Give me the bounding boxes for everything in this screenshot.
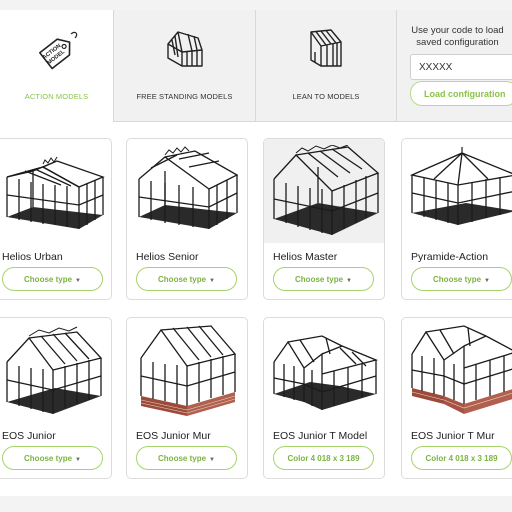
page-footer-strip — [0, 496, 512, 512]
product-card-helios-urban[interactable]: Helios Urban Choose type ▼ — [0, 138, 112, 300]
product-card-pyramide-action[interactable]: Pyramide-Action Choose type ▼ — [401, 138, 512, 300]
color-size-button[interactable]: Color 4 018 x 3 189 — [273, 446, 374, 470]
choose-type-button[interactable]: Choose type ▼ — [411, 267, 512, 291]
configuration-code-input[interactable] — [410, 54, 512, 80]
choose-type-button[interactable]: Choose type ▼ — [2, 446, 103, 470]
product-title: Helios Urban — [2, 251, 63, 263]
choose-type-button[interactable]: Choose type ▼ — [136, 267, 237, 291]
caret-down-icon: ▼ — [209, 456, 215, 463]
load-configuration-button[interactable]: Load configuration — [410, 81, 512, 106]
free-standing-greenhouse-icon — [164, 28, 206, 75]
product-title: Helios Senior — [136, 251, 199, 263]
tab-lean-to-models[interactable]: LEAN TO MODELS — [256, 10, 397, 122]
tab-action-models[interactable]: ACTION MODEL ACTION MODELS — [0, 10, 114, 122]
product-card-helios-master[interactable]: Helios Master Choose type ▼ — [263, 138, 385, 300]
caret-down-icon: ▼ — [484, 277, 490, 284]
action-model-tag-icon: ACTION MODEL — [35, 28, 79, 81]
configurator-page: ACTION MODEL ACTION MODELS FREE STANDING… — [0, 0, 512, 512]
greenhouse-image — [6, 156, 105, 229]
choose-type-button[interactable]: Choose type ▼ — [2, 267, 103, 291]
tab-lean-to-models-label: LEAN TO MODELS — [292, 92, 360, 101]
greenhouse-image — [273, 145, 380, 235]
product-grid: Helios Urban Choose type ▼ Helios Senior … — [0, 122, 512, 496]
product-title: Pyramide-Action — [411, 251, 489, 263]
product-card-eos-junior-mur[interactable]: EOS Junior Mur Choose type ▼ — [126, 317, 248, 479]
greenhouse-image — [138, 146, 239, 229]
product-title: EOS Junior — [2, 430, 56, 442]
product-title: EOS Junior Mur — [136, 430, 211, 442]
caret-down-icon: ▼ — [346, 277, 352, 284]
load-prompt-text: Use your code to load saved configuratio… — [411, 25, 504, 48]
product-card-eos-junior-t-model[interactable]: EOS Junior T Model Color 4 018 x 3 189 — [263, 317, 385, 479]
product-title: EOS Junior T Model — [273, 430, 368, 442]
caret-down-icon: ▼ — [75, 456, 81, 463]
product-title: Helios Master — [273, 251, 338, 263]
product-card-eos-junior-t-mur[interactable]: EOS Junior T Mur Color 4 018 x 3 189 — [401, 317, 512, 479]
greenhouse-image — [411, 325, 512, 414]
choose-type-button[interactable]: Choose type ▼ — [136, 446, 237, 470]
caret-down-icon: ▼ — [209, 277, 215, 284]
tab-action-models-label: ACTION MODELS — [24, 92, 89, 101]
product-title: EOS Junior T Mur — [411, 430, 495, 442]
greenhouse-image — [273, 335, 379, 410]
product-card-helios-senior[interactable]: Helios Senior Choose type ▼ — [126, 138, 248, 300]
greenhouse-image — [6, 326, 103, 414]
lean-to-greenhouse-icon — [305, 28, 347, 75]
greenhouse-image — [409, 147, 512, 225]
tab-free-standing-models-label: FREE STANDING MODELS — [136, 92, 233, 101]
color-size-button[interactable]: Color 4 018 x 3 189 — [411, 446, 512, 470]
greenhouse-image — [140, 325, 237, 416]
tab-free-standing-models[interactable]: FREE STANDING MODELS — [114, 10, 256, 122]
choose-type-button[interactable]: Choose type ▼ — [273, 267, 374, 291]
product-card-eos-junior[interactable]: EOS Junior Choose type ▼ — [0, 317, 112, 479]
caret-down-icon: ▼ — [75, 277, 81, 284]
